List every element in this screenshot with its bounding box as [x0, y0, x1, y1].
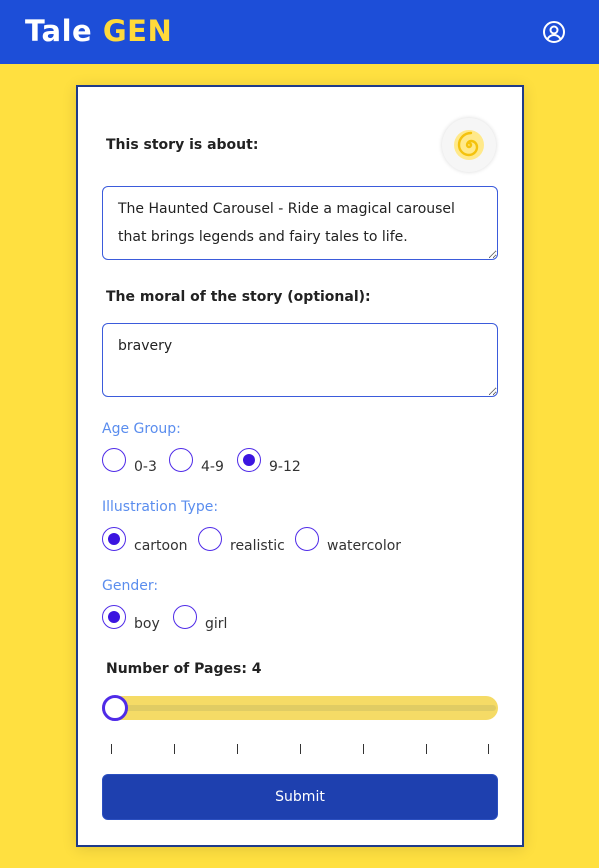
user-circle-icon: [543, 21, 565, 43]
slider-tick: [300, 744, 301, 754]
gender-radio-boy[interactable]: [102, 605, 126, 629]
slider-tick: [111, 744, 112, 754]
moral-label: The moral of the story (optional):: [106, 289, 371, 305]
brand-logo: Tale GEN: [25, 14, 172, 48]
slider-tick: [363, 744, 364, 754]
age-group-label: Age Group:: [102, 421, 181, 437]
illustration-radio-cartoon[interactable]: [102, 527, 126, 551]
gender-radio-girl[interactable]: [173, 605, 197, 629]
brand-primary: Tale: [25, 14, 93, 48]
age-option-9-12-label: 9-12: [269, 459, 301, 475]
story-form-card: This story is about: The moral of the st…: [76, 85, 524, 847]
age-radio-0-3[interactable]: [102, 448, 126, 472]
age-radio-4-9[interactable]: [169, 448, 193, 472]
gender-label: Gender:: [102, 578, 159, 594]
submit-button[interactable]: Submit: [102, 774, 498, 820]
pages-slider-thumb[interactable]: [102, 695, 128, 721]
user-account-button[interactable]: [542, 20, 566, 44]
story-topic-textarea[interactable]: [102, 186, 498, 260]
illustration-type-label: Illustration Type:: [102, 499, 219, 515]
pages-label: Number of Pages: 4: [106, 661, 262, 677]
illustration-option-watercolor-label: watercolor: [327, 538, 402, 554]
brand-accent: GEN: [102, 14, 173, 48]
age-option-0-3-label: 0-3: [134, 459, 157, 475]
slider-tick: [237, 744, 238, 754]
pages-slider[interactable]: [102, 695, 498, 721]
illustration-option-realistic-label: realistic: [230, 538, 285, 554]
illustration-option-cartoon-label: cartoon: [134, 538, 188, 554]
spiral-logo-badge: [442, 118, 496, 172]
gender-option-boy-label: boy: [134, 616, 160, 632]
spiral-logo-icon: [454, 130, 484, 160]
slider-tick: [488, 744, 489, 754]
gender-option-girl-label: girl: [205, 616, 228, 632]
pages-slider-rail: [112, 705, 496, 711]
age-option-4-9-label: 4-9: [201, 459, 224, 475]
slider-tick: [174, 744, 175, 754]
moral-textarea[interactable]: [102, 323, 498, 397]
app-header: Tale GEN: [0, 0, 599, 64]
story-label: This story is about:: [106, 137, 259, 153]
illustration-radio-realistic[interactable]: [198, 527, 222, 551]
slider-tick: [426, 744, 427, 754]
illustration-radio-watercolor[interactable]: [295, 527, 319, 551]
age-radio-9-12[interactable]: [237, 448, 261, 472]
